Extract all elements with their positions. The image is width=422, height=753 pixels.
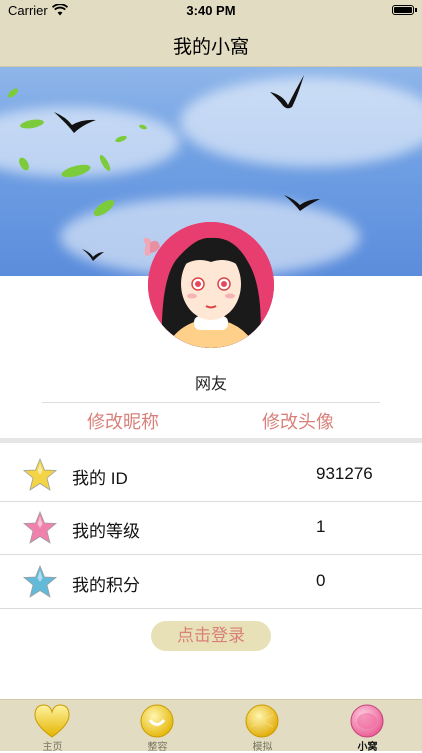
star-icon xyxy=(22,457,58,491)
bird-icon xyxy=(284,195,320,211)
clock-time: 3:40 PM xyxy=(186,3,236,18)
avatar[interactable] xyxy=(148,222,274,348)
login-button[interactable]: 点击登录 xyxy=(151,621,271,651)
tab-home[interactable]: 主页 xyxy=(0,700,105,753)
user-nickname: 网友 xyxy=(194,376,227,393)
info-row-label: 我的积分 xyxy=(72,576,140,595)
tab-cosmetic[interactable]: 整容 xyxy=(105,700,210,753)
leaf-icon xyxy=(8,88,147,217)
pink-circle-icon xyxy=(350,704,384,738)
tab-simulate[interactable]: 模拟 xyxy=(210,700,315,753)
battery-icon xyxy=(392,5,414,15)
star-icon xyxy=(22,510,58,544)
info-row: 我的等级 1 xyxy=(0,501,422,555)
tab-my-nest-label: 小窝 xyxy=(357,742,378,753)
section-separator xyxy=(0,438,422,443)
tab-bar: 主页 整容 模拟 小窝 xyxy=(0,699,422,753)
info-row: 我的积分 0 xyxy=(0,555,422,609)
edit-nickname-button[interactable]: 修改昵称 xyxy=(87,408,159,434)
info-row-value: 1 xyxy=(316,517,326,536)
heart-icon xyxy=(34,704,70,738)
star-icon xyxy=(22,564,58,598)
smile-icon xyxy=(140,704,174,738)
tab-home-label: 主页 xyxy=(42,742,63,753)
info-row: 我的 ID 931276 xyxy=(0,448,422,502)
bird-icon xyxy=(54,112,96,133)
info-row-value: 0 xyxy=(316,571,326,590)
gold-circle-icon xyxy=(245,704,279,738)
info-row-value: 931276 xyxy=(316,464,373,483)
tab-cosmetic-label: 整容 xyxy=(147,742,168,753)
page-title: 我的小窩 xyxy=(172,37,249,58)
info-row-label: 我的 ID xyxy=(72,469,128,488)
tab-simulate-label: 模拟 xyxy=(252,742,273,753)
info-row-label: 我的等级 xyxy=(72,522,140,541)
divider xyxy=(42,402,380,403)
status-bar: Carrier 3:40 PM xyxy=(0,0,422,22)
bird-icon xyxy=(82,249,104,261)
navigation-bar: 我的小窩 xyxy=(0,22,422,67)
battery-tip xyxy=(415,8,417,12)
tab-my-nest[interactable]: 小窝 xyxy=(315,700,420,753)
bird-icon xyxy=(270,75,304,109)
edit-avatar-button[interactable]: 修改头像 xyxy=(262,408,334,434)
